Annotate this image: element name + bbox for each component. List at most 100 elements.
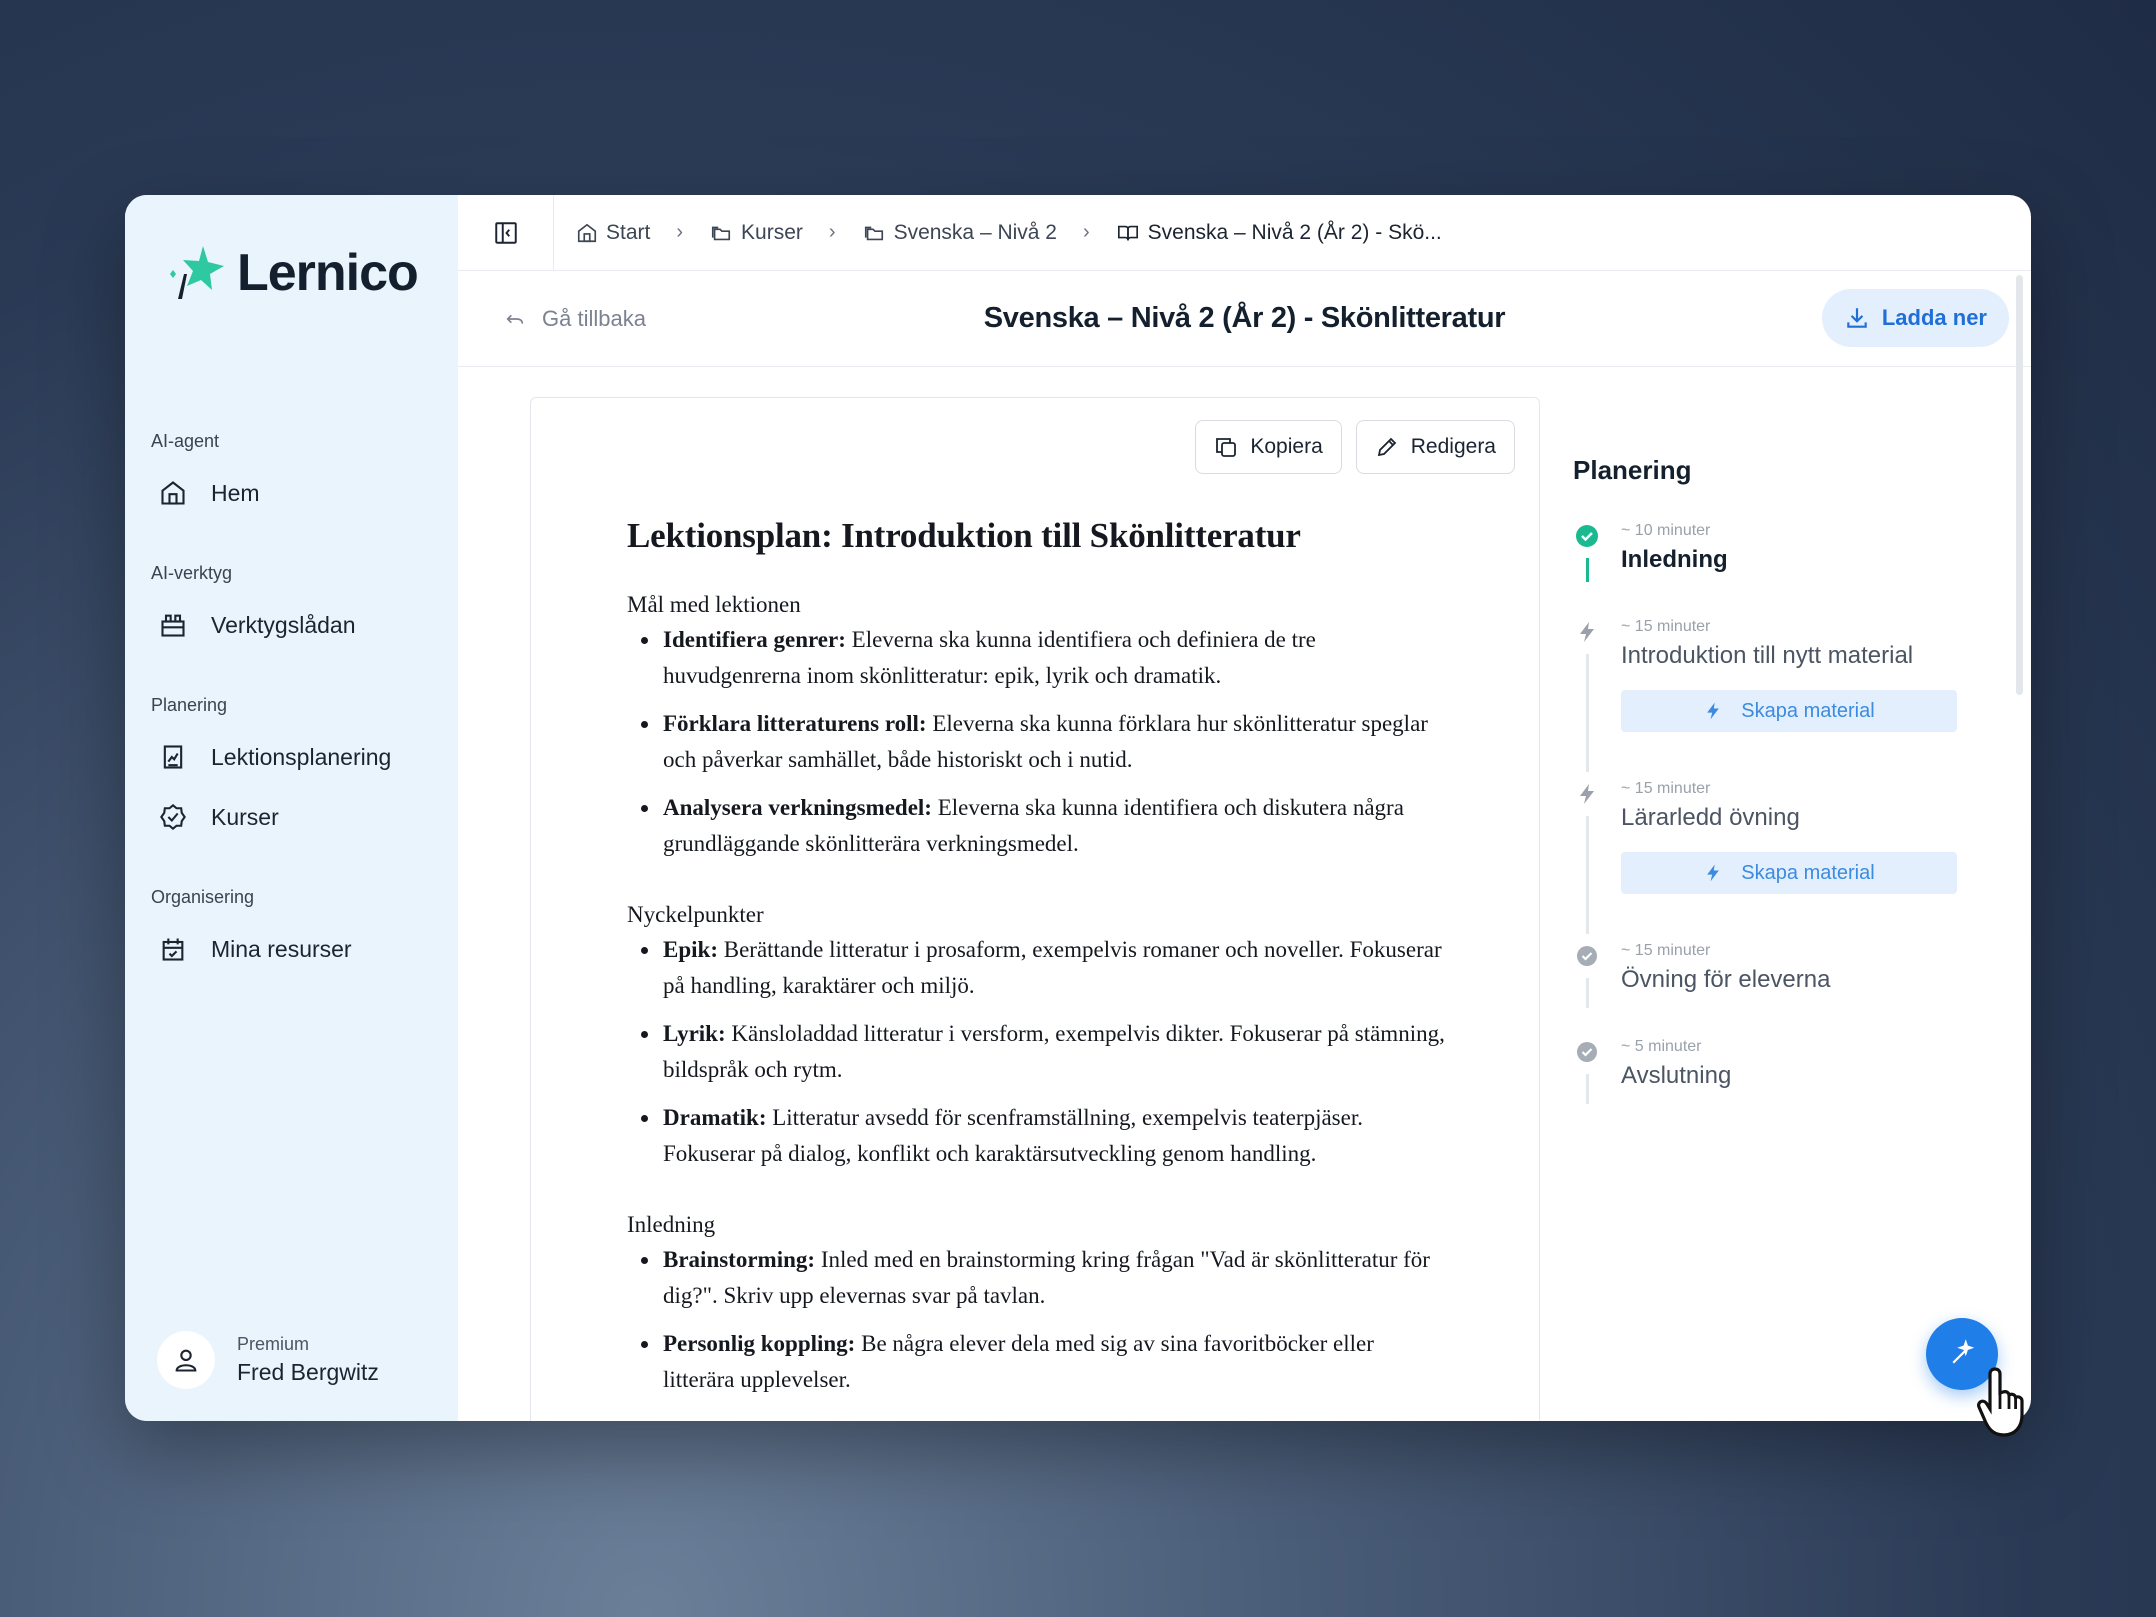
breadcrumb-label: Start [606, 220, 651, 244]
chevron-right-icon: › [676, 221, 684, 243]
plan-step-inledning[interactable]: ~ 10 minuter Inledning [1573, 522, 1953, 618]
nav-section-ai-verktyg: AI-verktyg Verktygslådan [151, 563, 355, 652]
breadcrumb-label: Svenska – Nivå 2 [893, 220, 1057, 244]
logo-text: Lernico [237, 244, 419, 302]
timeline-line [1586, 654, 1589, 772]
download-icon [1847, 308, 1867, 328]
breadcrumb-item-start[interactable]: Start [576, 221, 650, 245]
nav-section-organisering: Organisering Mina resurser [151, 887, 352, 976]
item-term: Brainstorming: [663, 1247, 816, 1272]
sidebar-item-label: Mina resurser [211, 935, 352, 962]
sidebar-item-verktygsladan[interactable]: Verktygslådan [151, 598, 355, 652]
sidebar-item-label: Hem [211, 479, 260, 506]
lightning-icon [1707, 702, 1720, 720]
document-title: Lektionsplan: Introduktion till Skönlitt… [627, 516, 1301, 555]
back-button[interactable]: Gå tillbaka [502, 306, 646, 332]
copy-label: Kopiera [1250, 435, 1323, 458]
list-item: Dramatik: Litteratur avsedd för scenfram… [627, 1100, 1447, 1172]
item-term: Analysera verkningsmedel: [663, 795, 932, 820]
step-title: Lärarledd övning [1621, 804, 1800, 831]
book-icon [1117, 225, 1138, 240]
plan-step-avslutning[interactable]: ~ 5 minuter Avslutning [1573, 1038, 1953, 1134]
step-title: Avslutning [1621, 1062, 1732, 1089]
create-material-label: Skapa material [1741, 699, 1875, 722]
nav-section-ai-agent: AI-agent Hem [151, 431, 260, 520]
create-material-button[interactable]: Skapa material [1621, 690, 1957, 732]
document-actions: Kopiera Redigera [1195, 420, 1515, 474]
title-bar: Gå tillbaka Svenska – Nivå 2 (År 2) - Sk… [458, 271, 2031, 367]
home-icon [577, 223, 597, 242]
list-item: Personlig koppling: Be några elever dela… [627, 1326, 1447, 1398]
plan-step-lararledd[interactable]: ~ 15 minuter Lärarledd övning Skapa mate… [1573, 780, 1957, 942]
breadcrumb-item-kurser[interactable]: Kurser [709, 221, 803, 245]
step-duration: ~ 15 minuter [1621, 780, 1711, 797]
item-term: Identifiera genrer: [663, 627, 846, 652]
lightning-icon [1580, 622, 1594, 642]
logo[interactable]: Lernico [165, 243, 419, 303]
step-duration: ~ 15 minuter [1621, 942, 1711, 959]
sidebar-item-hem[interactable]: Hem [151, 466, 260, 520]
item-text: Litteratur avsedd för scenframställning,… [663, 1105, 1363, 1166]
sidebar: Lernico AI-agent Hem AI-verktyg Verktygs… [125, 195, 458, 1421]
user-profile[interactable]: Premium Fred Bergwitz [157, 1331, 379, 1389]
folder-icon [711, 226, 731, 240]
section-heading: Nyckelpunkter [627, 902, 764, 927]
pencil-icon [1377, 437, 1397, 457]
document-body: Lektionsplan: Introduktion till Skönlitt… [627, 516, 1447, 1421]
item-text: Känsloladdad litteratur i versform, exem… [663, 1021, 1445, 1082]
badge-check-icon [160, 803, 186, 831]
sidebar-item-kurser[interactable]: Kurser [151, 790, 391, 844]
copy-button[interactable]: Kopiera [1195, 420, 1342, 474]
section-heading: Inledning [627, 1212, 716, 1237]
create-material-button[interactable]: Skapa material [1621, 852, 1957, 894]
sidebar-item-label: Kurser [211, 803, 279, 830]
section-heading: Mål med lektionen [627, 592, 801, 617]
breadcrumb: Start › Kurser › Svenska – Nivå 2 › Sven… [554, 221, 1442, 245]
chevron-right-icon: › [1082, 221, 1090, 243]
folder-icon [864, 226, 883, 240]
list-item: Förklara litteraturens roll: Eleverna sk… [627, 706, 1447, 778]
sidebar-item-mina-resurser[interactable]: Mina resurser [151, 922, 352, 976]
planning-title: Planering [1573, 455, 1692, 485]
step-title: Övning för eleverna [1621, 966, 1831, 993]
logo-icon [170, 246, 224, 299]
scrollbar[interactable] [2016, 275, 2023, 695]
lesson-document: Kopiera Redigera Lektionsplan: Introdukt… [530, 397, 1540, 1421]
lightning-icon [1580, 784, 1594, 804]
plan-step-ovning[interactable]: ~ 15 minuter Övning för eleverna [1573, 942, 1953, 1038]
sidebar-item-label: Lektionsplanering [211, 743, 392, 770]
sidebar-item-label: Verktygslådan [211, 611, 356, 638]
timeline-line [1586, 816, 1589, 934]
sidebar-item-lektionsplanering[interactable]: Lektionsplanering [151, 730, 391, 784]
list-item: Epik: Berättande litteratur i prosaform,… [627, 932, 1447, 1004]
breadcrumb-bar: Start › Kurser › Svenska – Nivå 2 › Sven… [458, 195, 2031, 271]
hand-cursor-icon [1977, 1367, 2024, 1437]
timeline-line [1586, 1074, 1589, 1104]
page-title: Svenska – Nivå 2 (År 2) - Skönlitteratur [983, 302, 1506, 334]
list-item: Lyrik: Känsloladdad litteratur i versfor… [627, 1016, 1447, 1088]
breadcrumb-item-svenska-niva-2[interactable]: Svenska – Nivå 2 [862, 221, 1057, 245]
edit-button[interactable]: Redigera [1355, 420, 1515, 474]
check-circle-icon [1577, 946, 1597, 966]
step-title: Inledning [1621, 546, 1728, 573]
breadcrumb-item-current[interactable]: Svenska – Nivå 2 (År 2) - Skö... [1116, 221, 1442, 245]
calendar-icon [162, 938, 184, 961]
lightning-icon [1707, 864, 1720, 882]
step-duration: ~ 10 minuter [1621, 522, 1711, 539]
nav-section-label: AI-agent [151, 431, 220, 451]
main-content: Start › Kurser › Svenska – Nivå 2 › Sven… [458, 195, 2031, 1421]
check-circle-icon [1577, 1042, 1597, 1062]
sidebar-toggle-button[interactable] [458, 195, 554, 270]
plan-step-introduktion[interactable]: ~ 15 minuter Introduktion till nytt mate… [1573, 618, 1957, 780]
download-button[interactable]: Ladda ner [1821, 289, 2009, 347]
planning-panel: Planering ~ 10 minuter Inledning ~ 15 mi… [1573, 455, 1957, 1134]
create-material-label: Skapa material [1741, 861, 1875, 884]
list-item: Analysera verkningsmedel: Eleverna ska k… [627, 790, 1447, 862]
item-term: Epik: [663, 937, 718, 962]
user-icon [175, 1349, 197, 1372]
user-plan: Premium [237, 1334, 310, 1354]
check-circle-icon [1576, 525, 1598, 547]
avatar [157, 1331, 215, 1389]
bullet-list: Identifiera genrer: Eleverna ska kunna i… [627, 622, 1447, 862]
step-duration: ~ 15 minuter [1621, 618, 1711, 635]
